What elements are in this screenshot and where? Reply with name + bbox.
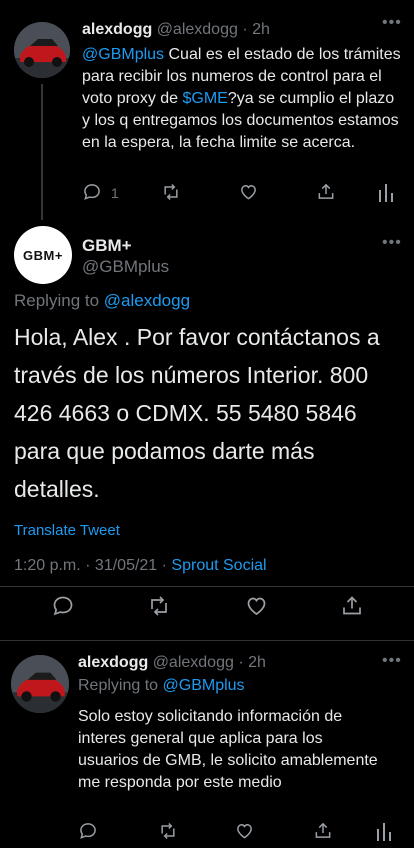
replying-to-link[interactable]: @alexdogg [104,291,190,310]
avatar[interactable]: GBM+ [14,226,72,284]
reply-icon[interactable] [78,821,98,841]
tweet-time[interactable]: 2h [248,654,266,671]
tweet1-header: alexdogg @alexdogg · 2h [82,21,270,38]
reply-icon[interactable] [82,182,102,202]
source-link[interactable]: Sprout Social [171,557,266,574]
more-options-icon[interactable]: ••• [382,652,402,670]
share-icon[interactable] [313,820,333,841]
translate-tweet-link[interactable]: Translate Tweet [14,522,120,539]
avatar[interactable] [14,22,70,78]
avatar[interactable] [11,655,69,713]
tweet2-text: Hola, Alex . Por favor contáctanos a tra… [14,324,380,502]
tweet3-text: Solo estoy solicitando información de in… [78,708,378,791]
author-name[interactable]: alexdogg [82,21,152,38]
cashtag-link[interactable]: $GME [183,90,228,107]
replying-to-link[interactable]: @GBMplus [163,677,245,694]
retweet-icon[interactable] [160,182,182,202]
analytics-icon[interactable] [376,821,392,841]
mention-link[interactable]: @GBMplus [82,46,164,63]
author-name[interactable]: alexdogg [78,654,148,671]
like-icon[interactable] [238,182,259,202]
reply-icon[interactable] [51,594,75,618]
more-options-icon[interactable]: ••• [382,234,402,252]
author-name[interactable]: GBM+ [82,236,132,256]
tweet1-text: @GBMplus Cual es el estado de los trámit… [82,46,401,151]
reply-count: 1 [111,185,119,201]
share-icon[interactable] [316,181,336,202]
avatar-logo-text: GBM+ [23,247,63,263]
author-handle[interactable]: @alexdogg [157,21,238,38]
tweet-timestamp: 1:20 p.m. · 31/05/21 · Sprout Social [14,557,267,574]
divider [0,586,414,587]
author-handle[interactable]: @GBMplus [82,257,169,277]
share-icon[interactable] [340,593,364,618]
analytics-icon[interactable] [378,182,394,202]
more-options-icon[interactable]: ••• [382,14,402,32]
like-icon[interactable] [234,821,255,841]
divider [0,640,414,641]
retweet-icon[interactable] [157,821,179,841]
tweet-time[interactable]: 2h [252,21,270,38]
author-handle[interactable]: @alexdogg [153,654,234,671]
like-icon[interactable] [244,594,269,618]
replying-to: Replying to @GBMplus [78,677,245,694]
tweet3-header: alexdogg @alexdogg · 2h [78,654,266,671]
thread-line [41,84,43,220]
retweet-icon[interactable] [146,594,172,618]
replying-to: Replying to @alexdogg [14,291,191,310]
